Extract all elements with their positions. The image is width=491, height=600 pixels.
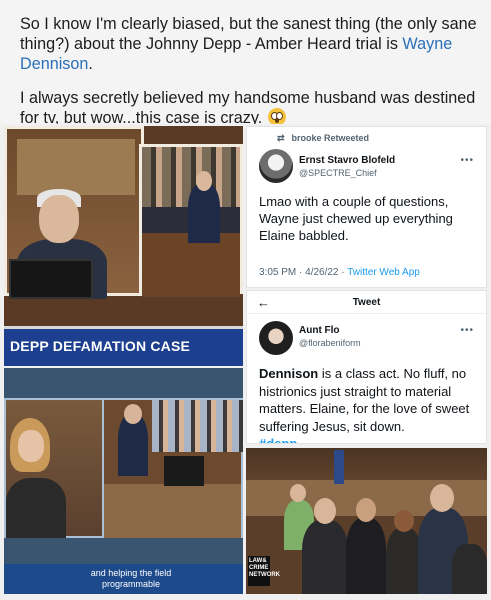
post-caption: So I know I'm clearly biased, but the sa…: [0, 0, 491, 127]
tweet-body: Lmao with a couple of questions, Wayne j…: [259, 194, 453, 243]
tweet-screenshot-2[interactable]: ← Tweet Aunt Flo @florabeniform ••• Denn…: [246, 290, 487, 444]
broadcast-right-panel: [139, 144, 243, 297]
avatar: [259, 149, 293, 183]
photo-court-monitors[interactable]: and helping the field programmable: [4, 368, 243, 594]
post-paragraph-1: So I know I'm clearly biased, but the sa…: [20, 15, 477, 73]
tweet-author-handle: @SPECTRE_Chief: [299, 168, 377, 178]
tweet-hashtag: #depp: [259, 436, 298, 444]
retweet-indicator: ⇄ brooke Retweeted: [277, 133, 370, 143]
tweet-screenshot-1[interactable]: ⇄ brooke Retweeted Ernst Stavro Blofeld …: [246, 126, 487, 288]
avatar: [259, 321, 293, 355]
video-caption: and helping the field programmable: [90, 568, 172, 589]
tweet-body: Dennison is a class act. No fluff, no hi…: [259, 366, 470, 434]
more-options-icon: •••: [460, 325, 474, 336]
monitor-right: [102, 398, 243, 538]
photo-court-broadcast[interactable]: DEPP DEFAMATION CASE: [4, 126, 243, 366]
retweet-icon: ⇄: [277, 133, 285, 143]
tweet-author-name: Ernst Stavro Blofeld: [299, 155, 396, 166]
tweet-timestamp: 3:05 PM · 4/26/22 · Twitter Web App: [259, 267, 420, 278]
photo-grid[interactable]: DEPP DEFAMATION CASE ⇄ brooke Retweeted …: [0, 124, 491, 600]
tweet-source-link: Twitter Web App: [347, 267, 420, 278]
broadcast-banner: DEPP DEFAMATION CASE: [4, 326, 243, 366]
divider: [247, 313, 486, 314]
post-paragraph-2: I always secretly believed my handsome h…: [20, 89, 476, 127]
monitor-left: [4, 398, 104, 538]
network-logo: LAW& CRIME NETWORK: [248, 556, 280, 586]
flag: [334, 450, 344, 484]
more-options-icon: •••: [460, 155, 474, 166]
broadcast-banner-text: DEPP DEFAMATION CASE: [10, 338, 191, 354]
tweet-author-handle: @florabeniform: [299, 338, 361, 348]
broadcast-left-panel: [4, 126, 144, 299]
photo-courtroom-group[interactable]: LAW& CRIME NETWORK: [246, 448, 487, 594]
tweet-header: Tweet: [352, 297, 381, 308]
tweet-author-name: Aunt Flo: [299, 325, 340, 336]
